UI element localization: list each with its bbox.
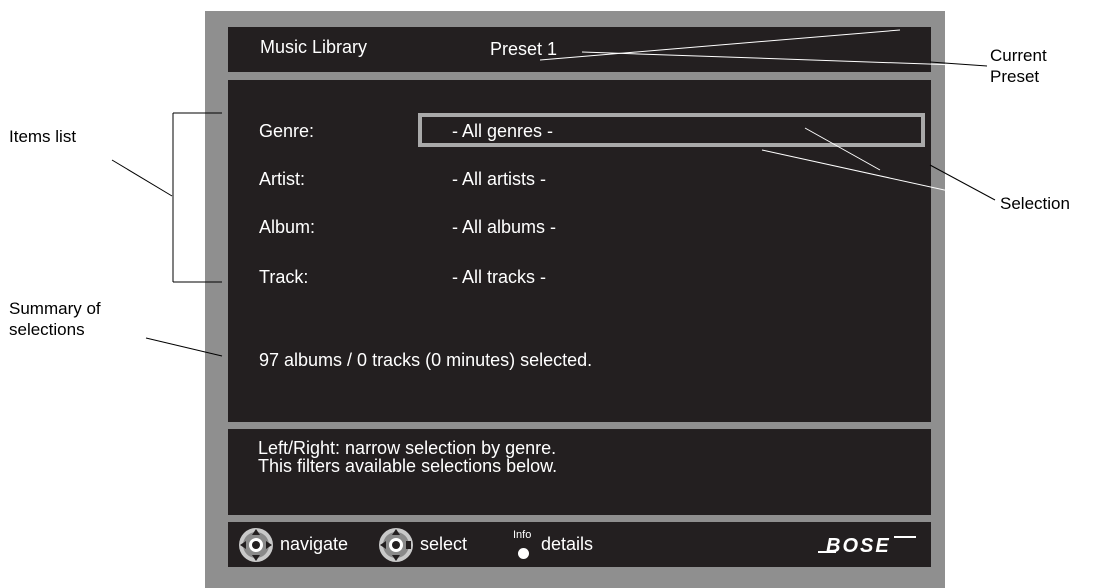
artist-value[interactable]: - All artists - <box>452 169 546 190</box>
navigation-pad-icon <box>239 527 273 562</box>
callout-items-list: Items list <box>9 127 77 146</box>
info-label: Info <box>513 528 532 541</box>
album-value[interactable]: - All albums - <box>452 217 556 238</box>
help-text-line-2: This filters available selections below. <box>258 456 558 476</box>
help-panel: Left/Right: narrow selection by genre. T… <box>228 429 931 515</box>
current-preset: Preset 1 <box>490 39 558 59</box>
callout-selection: Selection <box>1000 194 1070 213</box>
app-title: Music Library <box>260 37 368 57</box>
select-hint: select <box>378 522 467 567</box>
track-value[interactable]: - All tracks - <box>452 267 546 288</box>
navigate-label: navigate <box>280 534 349 554</box>
header-bar: Music Library Preset 1 <box>228 27 931 72</box>
bose-logo: BOSE <box>818 535 916 557</box>
details-hint: Info details <box>513 522 593 567</box>
items-panel: Genre: - All genres - Artist: - All arti… <box>228 80 931 422</box>
callout-current-preset: Current Preset <box>990 46 1047 86</box>
selection-summary: 97 albums / 0 tracks (0 minutes) selecte… <box>259 350 593 370</box>
details-label: details <box>541 534 594 554</box>
select-label: select <box>420 534 468 554</box>
callout-summary: Summary of selections <box>9 299 101 339</box>
genre-value[interactable]: - All genres - <box>452 121 553 142</box>
info-button-icon: Info <box>513 527 535 563</box>
svg-text:BOSE: BOSE <box>826 535 891 557</box>
album-label: Album: <box>259 217 316 237</box>
navigate-hint: navigate <box>238 522 348 567</box>
track-label: Track: <box>259 267 309 287</box>
genre-label: Genre: <box>259 121 315 141</box>
artist-label: Artist: <box>259 169 306 189</box>
help-text-line-1: Left/Right: narrow selection by genre. <box>258 438 557 458</box>
info-dot-icon <box>518 547 529 559</box>
footer-bar: navigate select Info details BOSE <box>228 522 931 567</box>
select-pad-icon <box>379 527 413 562</box>
